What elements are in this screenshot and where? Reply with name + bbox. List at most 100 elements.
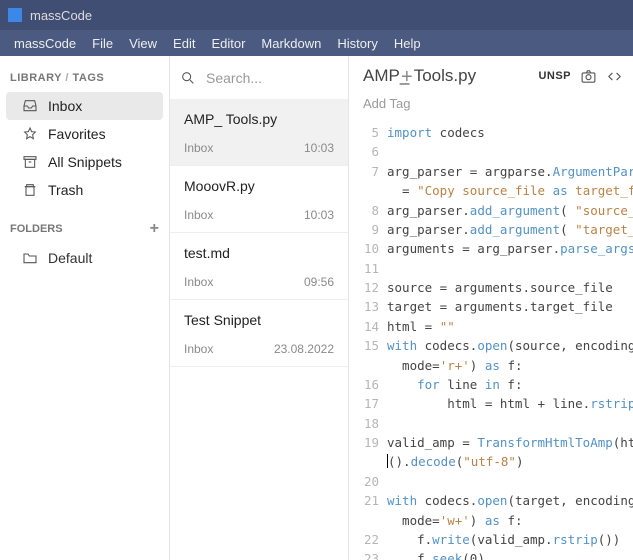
sidebar: LIBRARY / TAGS Inbox Favorites All Snipp… [0,56,170,560]
code-line[interactable]: = "Copy source_file as target_file." ) [349,181,633,200]
line-number: 6 [349,142,387,161]
line-number: 5 [349,123,387,142]
code-editor[interactable]: 5import codecs67arg_parser = argparse.Ar… [349,121,633,560]
code-line[interactable]: 19valid_amp = TransformHtmlToAmp(html) [349,433,633,452]
snippet-item[interactable]: AMP_ Tools.py Inbox 10:03 [170,99,348,166]
snippet-title: Test Snippet [184,312,334,328]
screenshot-icon[interactable] [579,67,597,85]
line-number: 23 [349,549,387,560]
line-number [349,356,387,375]
sidebar-item-label: All Snippets [48,154,122,170]
sidebar-item-all-snippets[interactable]: All Snippets [0,148,169,176]
snippet-item[interactable]: Test Snippet Inbox 23.08.2022 [170,300,348,367]
menu-editor[interactable]: Editor [203,32,253,55]
menu-history[interactable]: History [329,32,385,55]
archive-icon [22,154,38,170]
snippet-folder: Inbox [184,275,213,289]
line-number [349,452,387,471]
snippet-item[interactable]: test.md Inbox 09:56 [170,233,348,300]
line-number: 12 [349,278,387,297]
sidebar-item-label: Favorites [48,126,106,142]
code-line[interactable]: 8arg_parser.add_argument( "source_file" … [349,201,633,220]
code-line[interactable]: 6 [349,142,633,161]
inbox-icon [22,98,38,114]
snippet-list: + AMP_ Tools.pyInbox10:03MooovR.pyInbox1… [170,56,349,560]
folder-label: Default [48,250,92,266]
snippet-time: 23.08.2022 [274,342,334,356]
code-line[interactable]: 22 f.write(valid_amp.rstrip()) [349,530,633,549]
code-line[interactable]: 9arg_parser.add_argument( "target_file" … [349,220,633,239]
line-number: 17 [349,394,387,413]
code-line[interactable]: 13target = arguments.target_file [349,297,633,316]
line-number: 11 [349,259,387,278]
code-line[interactable]: ().decode("utf-8") [349,452,633,471]
line-number: 22 [349,530,387,549]
code-line[interactable]: 15with codecs.open(source, encoding='utf… [349,336,633,355]
star-icon [22,126,38,142]
menu-masscode[interactable]: massCode [6,32,84,55]
window-title: massCode [30,8,92,23]
line-number: 8 [349,201,387,220]
code-line[interactable]: 5import codecs [349,123,633,142]
code-line[interactable]: 18 [349,414,633,433]
editor-pane: AMP_ Tools.py UNSP Add Tag 5import codec… [349,56,633,560]
menu-edit[interactable]: Edit [165,32,203,55]
snippet-time: 10:03 [304,141,334,155]
folders-header: FOLDERS + [0,204,169,244]
folder-item-default[interactable]: Default [0,244,169,272]
sidebar-item-inbox[interactable]: Inbox [6,92,163,120]
code-line[interactable]: 17 html = html + line.rstrip() [349,394,633,413]
line-number: 13 [349,297,387,316]
line-number: 10 [349,239,387,258]
tags-header[interactable]: TAGS [72,72,104,84]
code-line[interactable]: mode='w+') as f: [349,511,633,530]
code-line[interactable]: 23 f.seek(0) [349,549,633,560]
snippet-folder: Inbox [184,141,213,155]
code-icon[interactable] [605,67,623,85]
add-folder-button[interactable]: + [150,220,159,238]
line-number: 21 [349,491,387,510]
preview-badge[interactable]: UNSP [538,70,571,82]
snippet-item[interactable]: MooovR.py Inbox 10:03 [170,166,348,233]
code-line[interactable]: 16 for line in f: [349,375,633,394]
library-header[interactable]: LIBRARY [10,72,62,84]
snippet-title: MooovR.py [184,178,334,194]
sidebar-item-favorites[interactable]: Favorites [0,120,169,148]
line-number: 7 [349,162,387,181]
code-line[interactable]: 11 [349,259,633,278]
snippet-time: 09:56 [304,275,334,289]
editor-title[interactable]: AMP_ Tools.py [363,66,530,86]
line-number [349,511,387,530]
search-icon [180,70,196,86]
menu-file[interactable]: File [84,32,121,55]
sidebar-item-label: Inbox [48,98,82,114]
snippet-time: 10:03 [304,208,334,222]
code-line[interactable]: 20 [349,472,633,491]
code-line[interactable]: 14html = "" [349,317,633,336]
trash-icon [22,182,38,198]
sidebar-item-trash[interactable]: Trash [0,176,169,204]
line-number: 19 [349,433,387,452]
line-number: 20 [349,472,387,491]
code-line[interactable]: 10arguments = arg_parser.parse_args() [349,239,633,258]
menu-markdown[interactable]: Markdown [253,32,329,55]
code-line[interactable]: 7arg_parser = argparse.ArgumentParser( d… [349,162,633,181]
menu-view[interactable]: View [121,32,165,55]
snippet-title: AMP_ Tools.py [184,111,334,127]
line-number [349,181,387,200]
snippet-title: test.md [184,245,334,261]
line-number: 15 [349,336,387,355]
menu-help[interactable]: Help [386,32,429,55]
snippet-folder: Inbox [184,208,213,222]
sidebar-item-label: Trash [48,182,83,198]
line-number: 18 [349,414,387,433]
code-line[interactable]: 21with codecs.open(target, encoding='utf… [349,491,633,510]
code-line[interactable]: mode='r+') as f: [349,356,633,375]
snippet-folder: Inbox [184,342,213,356]
add-tag-field[interactable]: Add Tag [349,92,633,121]
menu-bar: massCode File View Edit Editor Markdown … [0,30,633,56]
code-line[interactable]: 12source = arguments.source_file [349,278,633,297]
sidebar-header: LIBRARY / TAGS [0,70,169,92]
line-number: 16 [349,375,387,394]
app-icon [8,8,22,22]
